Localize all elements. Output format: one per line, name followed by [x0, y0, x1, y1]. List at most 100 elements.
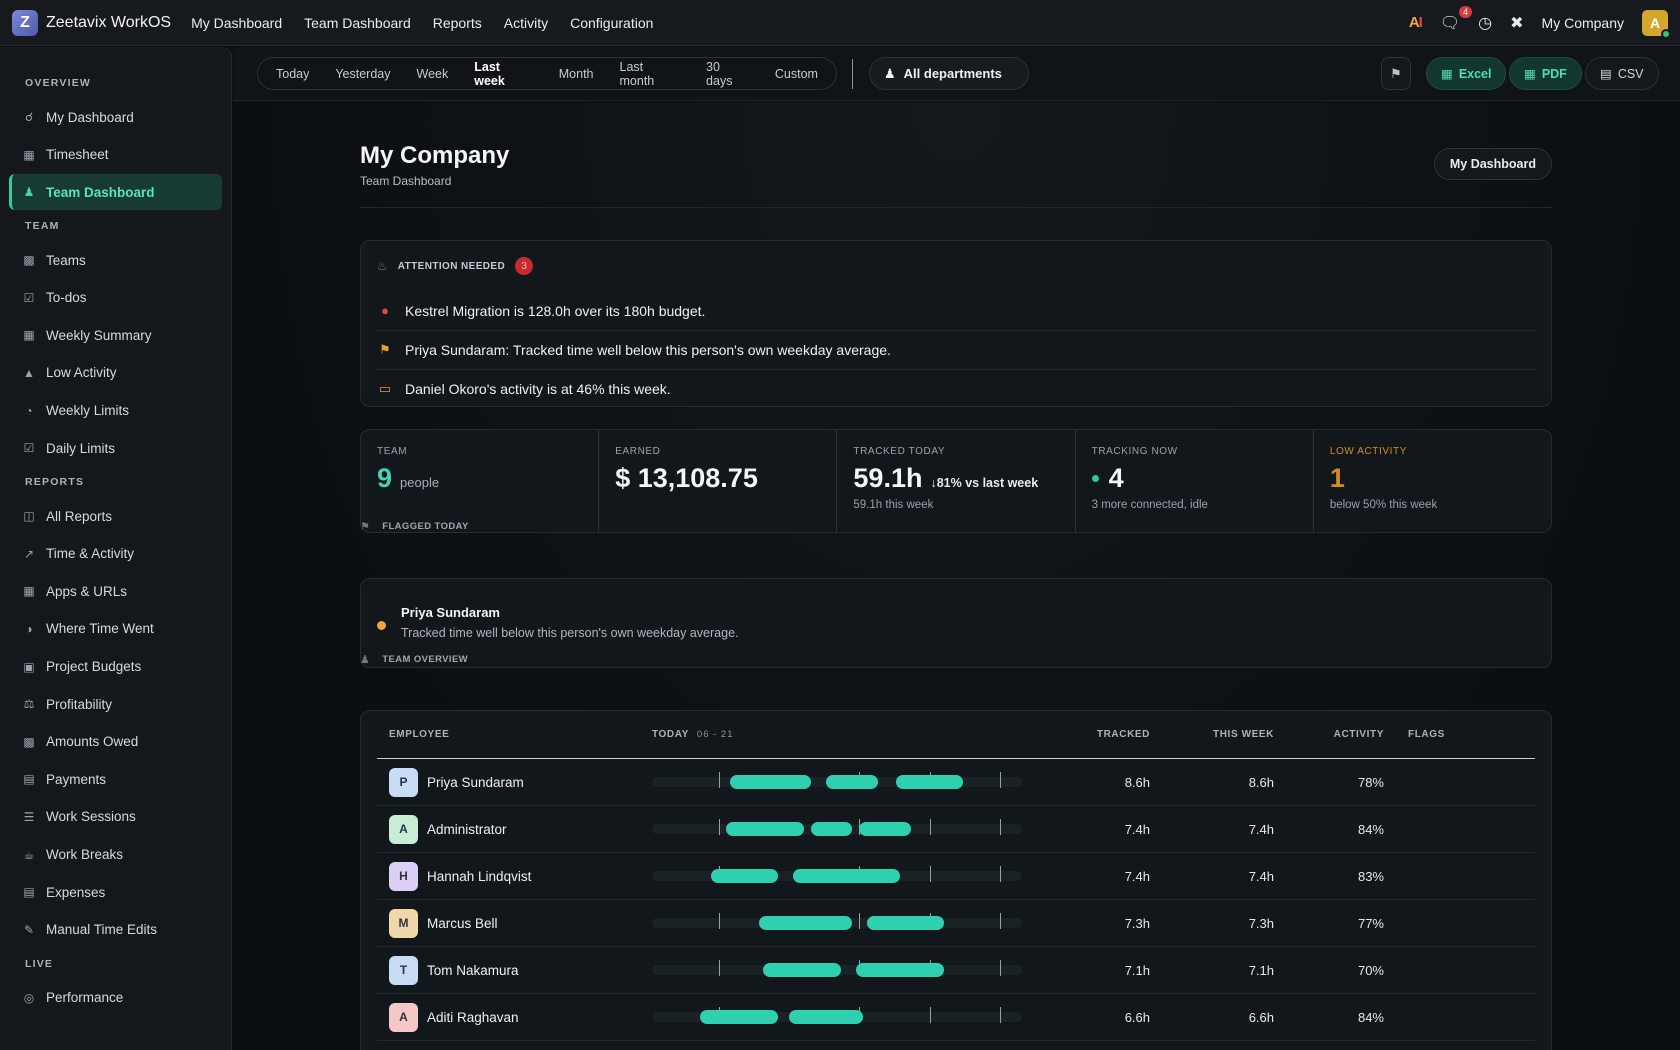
col-today[interactable]: TODAY 06 - 21: [652, 729, 1022, 740]
range-last-month[interactable]: Last month: [607, 60, 694, 88]
work-segment[interactable]: [711, 869, 778, 883]
sidebar-item-timesheet[interactable]: ▦ Timesheet: [9, 137, 222, 173]
today-timeline: [652, 1007, 1022, 1024]
table-row[interactable]: P Priya Sundaram 8.6h 8.6h 78%: [377, 759, 1535, 806]
work-segment[interactable]: [896, 775, 963, 789]
kpi-tracking-now[interactable]: TRACKING NOW 4 3 more connected, idle: [1076, 430, 1314, 532]
sidebar-item-manual-time-edits[interactable]: ✎ Manual Time Edits: [9, 912, 222, 948]
work-segment[interactable]: [859, 822, 911, 836]
kpi-low-activity[interactable]: LOW ACTIVITY 1 below 50% this week: [1314, 430, 1551, 532]
department-label: All departments: [903, 66, 1002, 81]
work-segment[interactable]: [729, 775, 812, 789]
warning-icon: ▲: [23, 365, 35, 380]
kpi-earned[interactable]: EARNED $ 13,108.75: [599, 430, 838, 532]
sidebar-item-todos[interactable]: ☑ To-dos: [9, 280, 222, 316]
range-week[interactable]: Week: [404, 67, 462, 81]
nav-reports[interactable]: Reports: [433, 15, 482, 31]
user-avatar[interactable]: A: [1642, 9, 1671, 39]
export-pdf-button[interactable]: ▦ PDF: [1509, 57, 1582, 90]
table-row[interactable]: M Marcus Bell 7.3h 7.3h 77%: [377, 900, 1535, 947]
work-segment[interactable]: [792, 869, 900, 883]
employee-name[interactable]: Tom Nakamura: [427, 963, 519, 978]
sidebar-item-performance[interactable]: ◎ Performance: [9, 980, 222, 1016]
range-month[interactable]: Month: [546, 67, 607, 81]
work-segment[interactable]: [726, 822, 804, 836]
work-segment[interactable]: [700, 1010, 778, 1024]
employee-name[interactable]: Aditi Raghavan: [427, 1010, 519, 1025]
sidebar-item-all-reports[interactable]: ◫ All Reports: [9, 498, 222, 534]
flagged-panel[interactable]: Priya Sundaram Tracked time well below t…: [360, 578, 1552, 668]
sidebar-item-expenses[interactable]: ▤ Expenses: [9, 874, 222, 910]
table-row[interactable]: A Aditi Raghavan 6.6h 6.6h 84%: [377, 994, 1535, 1041]
col-tracked[interactable]: TRACKED: [1022, 729, 1150, 740]
kpi-tracked-value: 59.1h: [853, 463, 923, 493]
sidebar-item-daily-limits[interactable]: ☑ Daily Limits: [9, 430, 222, 466]
brand[interactable]: Z Zeetavix WorkOS: [12, 9, 171, 36]
work-segment[interactable]: [763, 963, 841, 977]
range-30-days[interactable]: 30 days: [693, 60, 762, 88]
sidebar-item-team-dashboard[interactable]: ♟ Team Dashboard: [9, 174, 222, 211]
kpi-team[interactable]: TEAM 9 people: [361, 430, 600, 532]
bookmark-button[interactable]: ⚑: [1381, 57, 1411, 90]
ai-icon[interactable]: AI: [1409, 14, 1423, 31]
nav-activity[interactable]: Activity: [504, 15, 548, 31]
today-timeline: [652, 913, 1022, 930]
attention-item[interactable]: ● Kestrel Migration is 128.0h over its 1…: [377, 291, 1535, 330]
work-segment[interactable]: [866, 916, 945, 930]
table-row[interactable]: T Tom Nakamura 7.1h 7.1h 70%: [377, 947, 1535, 994]
attention-item[interactable]: ⚑ Priya Sundaram: Tracked time well belo…: [377, 330, 1535, 369]
work-segment[interactable]: [855, 963, 945, 977]
table-row[interactable]: A Administrator 7.4h 7.4h 84%: [377, 806, 1535, 853]
employee-name[interactable]: Marcus Bell: [427, 916, 498, 931]
col-employee[interactable]: EMPLOYEE: [377, 729, 652, 740]
chat-button[interactable]: 🗨 4: [1440, 5, 1473, 33]
sidebar-item-low-activity[interactable]: ▲ Low Activity: [9, 355, 222, 391]
sidebar-item-payments[interactable]: ▤ Payments: [9, 761, 222, 797]
table-row[interactable]: H Hannah Lindqvist 7.4h 7.4h 83%: [377, 853, 1535, 900]
range-custom[interactable]: Custom: [762, 67, 831, 81]
nav-my-dashboard[interactable]: My Dashboard: [191, 15, 282, 31]
nav-team-dashboard[interactable]: Team Dashboard: [304, 15, 411, 31]
export-csv-button[interactable]: ▤ CSV: [1585, 57, 1659, 90]
sidebar-item-my-dashboard[interactable]: ☌ My Dashboard: [9, 99, 222, 135]
work-segment[interactable]: [825, 775, 878, 789]
department-filter[interactable]: ♟ All departments: [869, 57, 1029, 90]
clock-icon[interactable]: ◷: [1478, 13, 1492, 33]
employee-name[interactable]: Priya Sundaram: [427, 775, 524, 790]
sidebar-item-work-sessions[interactable]: ☰ Work Sessions: [9, 799, 222, 835]
sidebar-item-weekly-summary[interactable]: ▦ Weekly Summary: [9, 317, 222, 353]
employee-name[interactable]: Hannah Lindqvist: [427, 869, 531, 884]
attention-text: Priya Sundaram: Tracked time well below …: [405, 342, 891, 358]
range-yesterday[interactable]: Yesterday: [322, 67, 403, 81]
sidebar-item-weekly-limits[interactable]: ◔ Weekly Limits: [9, 393, 222, 429]
briefcase-icon: ▣: [23, 659, 35, 674]
export-excel-button[interactable]: ▦ Excel: [1426, 57, 1507, 90]
sidebar-item-work-breaks[interactable]: ☕ Work Breaks: [9, 837, 222, 873]
employee-name[interactable]: Administrator: [427, 822, 507, 837]
sidebar-item-where-time-went[interactable]: ◑ Where Time Went: [9, 611, 222, 647]
kpi-strip: TEAM 9 people EARNED $ 13,108.75 TRACKED…: [360, 429, 1552, 533]
company-switcher[interactable]: My Company: [1542, 15, 1624, 31]
sidebar-item-amounts-owed[interactable]: ▩ Amounts Owed: [9, 724, 222, 760]
sidebar-item-apps-urls[interactable]: ▦ Apps & URLs: [9, 573, 222, 609]
work-segment[interactable]: [759, 916, 852, 930]
work-segment[interactable]: [811, 822, 852, 836]
kpi-tracked-today[interactable]: TRACKED TODAY 59.1h ↓81% vs last week 59…: [837, 430, 1076, 532]
my-dashboard-button[interactable]: My Dashboard: [1433, 148, 1552, 180]
sidebar-item-teams[interactable]: ▩ Teams: [9, 242, 222, 278]
attention-item[interactable]: ▭ Daniel Okoro's activity is at 46% this…: [377, 369, 1535, 408]
sidebar-item-time-activity[interactable]: ↗ Time & Activity: [9, 536, 222, 572]
edit-icon: ✎: [23, 922, 35, 937]
nav-configuration[interactable]: Configuration: [570, 15, 653, 31]
tools-icon[interactable]: ✖: [1510, 13, 1523, 33]
col-activity[interactable]: ACTIVITY: [1274, 729, 1384, 740]
range-last-week[interactable]: Last week: [461, 60, 546, 88]
sidebar-item-profitability[interactable]: ⚖ Profitability: [9, 686, 222, 722]
page-subtitle: Team Dashboard: [360, 174, 452, 188]
range-today[interactable]: Today: [263, 67, 322, 81]
csv-file-icon: ▤: [1600, 67, 1612, 81]
work-segment[interactable]: [788, 1010, 863, 1024]
battery-low-icon: ▭: [378, 381, 392, 396]
sidebar-item-project-budgets[interactable]: ▣ Project Budgets: [9, 649, 222, 685]
col-this-week[interactable]: THIS WEEK: [1150, 729, 1274, 740]
